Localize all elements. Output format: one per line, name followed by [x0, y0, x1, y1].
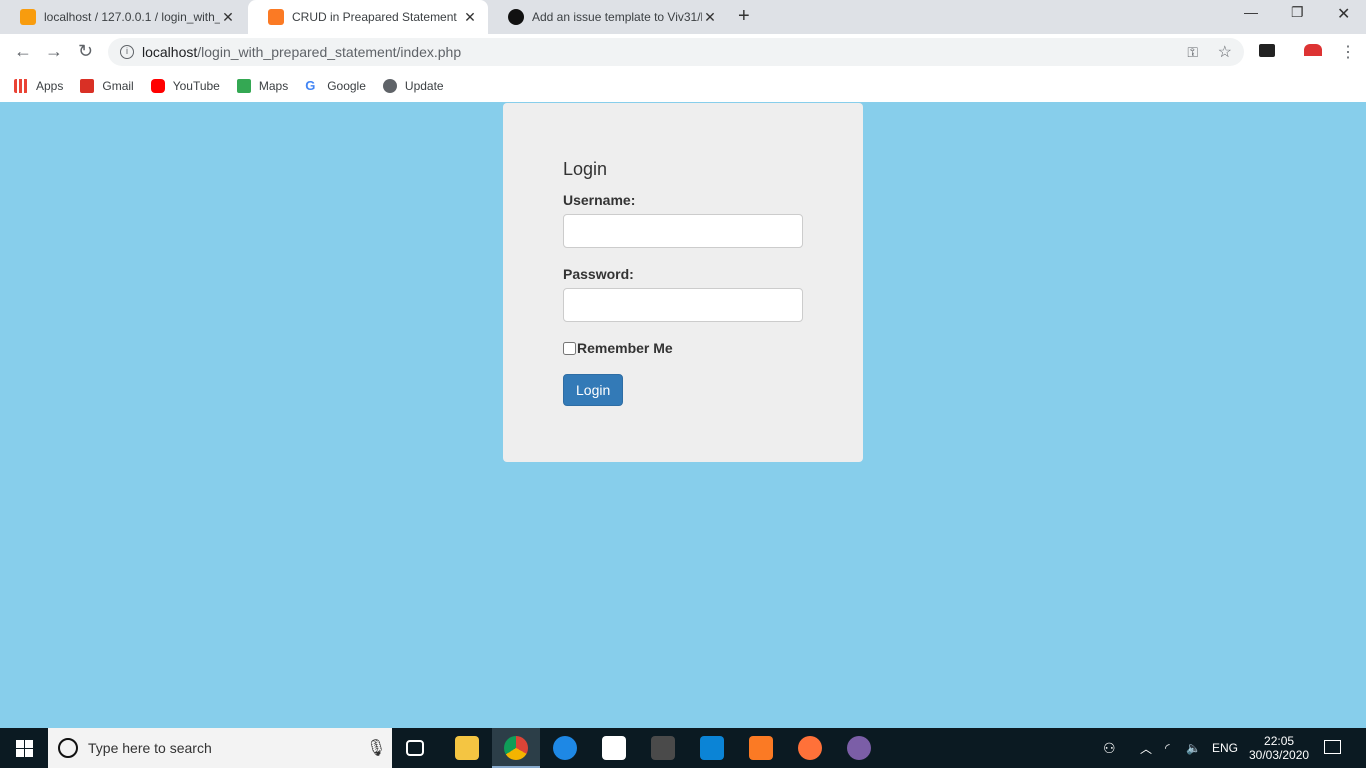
notifications-icon[interactable] — [1324, 740, 1341, 754]
xampp-icon — [268, 9, 284, 25]
chrome-icon — [504, 736, 528, 760]
app-icon[interactable] — [847, 736, 871, 760]
people-icon[interactable]: ⚇ — [1103, 728, 1116, 768]
new-tab-button[interactable]: + — [738, 5, 750, 28]
mail-icon[interactable] — [700, 736, 724, 760]
language-indicator[interactable]: ENG — [1212, 728, 1238, 768]
windows-start-icon[interactable] — [16, 740, 33, 757]
bookmark-label: Update — [404, 79, 444, 93]
tab-bar: localhost / 127.0.0.1 / login_with_ ✕ CRU… — [0, 0, 1366, 34]
forward-button[interactable]: → — [45, 41, 63, 62]
url-host: localhost — [142, 44, 198, 60]
youtube-icon — [150, 79, 165, 93]
phpmyadmin-icon — [20, 9, 36, 25]
microphone-icon[interactable]: 🎙 — [366, 738, 386, 758]
minimize-button[interactable]: — — [1244, 4, 1258, 20]
close-icon[interactable]: ✕ — [220, 9, 236, 26]
bookmark-label: Google — [327, 79, 366, 93]
task-view-icon[interactable] — [406, 740, 424, 756]
gmail-icon — [80, 79, 95, 93]
apps-grid-icon — [14, 79, 28, 93]
globe-icon — [382, 79, 397, 93]
xampp-taskbar-icon[interactable] — [749, 736, 773, 760]
restore-button[interactable]: ❐ — [1291, 4, 1304, 21]
bookmark-label: YouTube — [172, 79, 220, 93]
menu-icon[interactable]: ⋮ — [1340, 42, 1356, 62]
extension-icon[interactable] — [1304, 44, 1322, 56]
camera-icon[interactable] — [1259, 44, 1275, 57]
bookmark-maps[interactable]: Maps — [236, 79, 289, 93]
bookmark-youtube[interactable]: YouTube — [150, 79, 220, 93]
edge-icon[interactable] — [553, 736, 577, 760]
clock[interactable]: 22:05 30/03/2020 — [1249, 728, 1309, 768]
key-icon[interactable]: ⚿ — [1187, 44, 1198, 61]
login-card: Login Username: Password: Remember Me Lo… — [503, 103, 863, 462]
search-placeholder: Type here to search — [88, 740, 212, 756]
close-icon[interactable]: ✕ — [702, 9, 718, 26]
close-icon[interactable]: ✕ — [462, 9, 478, 26]
address-bar[interactable]: i localhost/login_with_prepared_statemen… — [108, 38, 1244, 66]
tab-title: Add an issue template to Viv31/lo — [532, 10, 702, 24]
github-icon — [508, 9, 524, 25]
tab-phpmyadmin[interactable]: localhost / 127.0.0.1 / login_with_ ✕ — [0, 0, 246, 34]
url-path: /login_with_prepared_statement/index.php — [197, 44, 462, 60]
tab-github[interactable]: Add an issue template to Viv31/lo ✕ — [488, 0, 728, 34]
firefox-icon[interactable] — [798, 736, 822, 760]
chrome-taskbar-button[interactable] — [492, 728, 540, 768]
remember-me-label: Remember Me — [577, 340, 673, 356]
close-window-button[interactable]: ✕ — [1337, 4, 1350, 24]
chevron-up-icon[interactable]: ︿ — [1140, 728, 1152, 768]
bookmark-label: Gmail — [102, 79, 134, 93]
remember-me: Remember Me — [563, 340, 803, 356]
tab-title: localhost / 127.0.0.1 / login_with_ — [44, 10, 220, 24]
bookmark-google[interactable]: G Google — [305, 78, 366, 94]
cortana-icon — [58, 738, 78, 758]
google-icon: G — [305, 78, 316, 93]
tab-title: CRUD in Preapared Statement — [292, 10, 457, 24]
password-label: Password: — [563, 266, 634, 282]
bookmark-gmail[interactable]: Gmail — [80, 79, 134, 93]
remember-me-checkbox[interactable] — [563, 341, 576, 355]
username-label: Username: — [563, 192, 636, 208]
info-icon[interactable]: i — [120, 45, 134, 59]
sublime-icon[interactable] — [651, 736, 675, 760]
bookmark-label: Maps — [258, 79, 289, 93]
password-input[interactable] — [563, 288, 803, 322]
date: 30/03/2020 — [1249, 748, 1310, 762]
time: 22:05 — [1264, 734, 1295, 748]
browser-toolbar: ← → ↻ i localhost/login_with_prepared_st… — [0, 34, 1366, 70]
bookmark-update[interactable]: Update — [382, 79, 444, 93]
taskbar-search[interactable]: Type here to search 🎙 — [48, 728, 392, 768]
bookmark-apps[interactable]: Apps — [14, 79, 63, 93]
taskbar: Type here to search 🎙 ⚇ ︿ ◜ 🔈 ENG 22:05 30… — [0, 728, 1366, 768]
volume-icon[interactable]: 🔈 — [1186, 728, 1201, 768]
username-input[interactable] — [563, 214, 803, 248]
login-button[interactable]: Login — [563, 374, 624, 406]
login-title: Login — [563, 159, 608, 179]
bookmark-label: Apps — [36, 79, 64, 93]
tab-crud[interactable]: CRUD in Preapared Statement ✕ — [248, 0, 488, 34]
reload-button[interactable]: ↻ — [78, 41, 93, 62]
bookmarks-bar: Apps Gmail YouTube Maps G Google Update — [0, 70, 1366, 102]
wifi-icon[interactable]: ◜ — [1165, 728, 1170, 768]
file-explorer-icon[interactable] — [455, 736, 479, 760]
star-icon[interactable]: ☆ — [1218, 42, 1232, 62]
back-button[interactable]: ← — [14, 41, 32, 62]
store-icon[interactable] — [602, 736, 626, 760]
maps-icon — [236, 79, 251, 93]
